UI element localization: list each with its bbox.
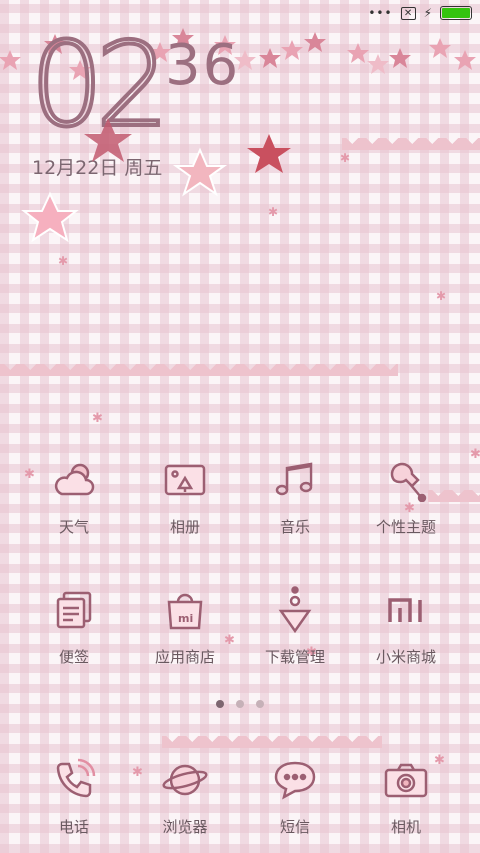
- svg-text:mi: mi: [178, 612, 193, 625]
- download-icon: [267, 582, 323, 638]
- app-label: 应用商店: [154, 648, 215, 666]
- app-music[interactable]: 音乐: [240, 452, 350, 537]
- triangle-border-top: [342, 138, 480, 150]
- svg-text:✱: ✱: [470, 447, 480, 462]
- triangle-border-middle: [0, 364, 398, 376]
- app-label: 短信: [279, 818, 310, 836]
- gallery-icon: [157, 452, 213, 508]
- svg-text:✱: ✱: [58, 254, 68, 268]
- svg-text:✱: ✱: [340, 151, 350, 165]
- app-label: 便签: [58, 648, 89, 666]
- mi-store-icon: [378, 582, 434, 638]
- weather-icon: [46, 452, 102, 508]
- page-dot-2[interactable]: [236, 700, 244, 708]
- page-dot-1[interactable]: [216, 700, 224, 708]
- notes-icon: [46, 582, 102, 638]
- app-download[interactable]: 下载管理: [240, 582, 350, 667]
- app-browser[interactable]: 浏览器: [130, 752, 240, 837]
- phone-icon: [46, 752, 102, 808]
- app-label: 音乐: [279, 518, 310, 536]
- status-bar: ••• ✕ ⚡: [368, 6, 472, 20]
- app-store-icon: mi: [157, 582, 213, 638]
- notification-close-icon: ✕: [400, 6, 416, 20]
- svg-text:✱: ✱: [436, 289, 446, 303]
- svg-text:✱: ✱: [92, 411, 103, 426]
- more-icon: •••: [368, 6, 393, 20]
- app-phone[interactable]: 电话: [19, 752, 129, 837]
- app-label: 相册: [169, 518, 200, 536]
- app-label: 浏览器: [162, 818, 208, 836]
- theme-icon: [378, 452, 434, 508]
- app-app-store[interactable]: mi 应用商店: [130, 582, 240, 667]
- battery-icon: [440, 6, 472, 20]
- app-notes[interactable]: 便签: [19, 582, 129, 667]
- sms-icon: [267, 752, 323, 808]
- app-theme[interactable]: 个性主题: [351, 452, 461, 537]
- music-icon: [267, 452, 323, 508]
- browser-icon: [157, 752, 213, 808]
- app-mi-store[interactable]: 小米商城: [351, 582, 461, 667]
- app-label: 电话: [58, 818, 89, 836]
- app-label: 下载管理: [264, 648, 325, 666]
- app-label: 相机: [390, 818, 421, 836]
- app-weather[interactable]: 天气: [19, 452, 129, 537]
- app-sms[interactable]: 短信: [240, 752, 350, 837]
- app-camera[interactable]: 相机: [351, 752, 461, 837]
- page-dot-3[interactable]: [256, 700, 264, 708]
- clock-minute[interactable]: 36: [165, 36, 240, 96]
- app-label: 个性主题: [375, 518, 436, 536]
- app-label: 天气: [58, 518, 89, 536]
- page-indicator[interactable]: [0, 700, 480, 708]
- svg-text:✱: ✱: [268, 205, 278, 219]
- app-gallery[interactable]: 相册: [130, 452, 240, 537]
- camera-icon: [378, 752, 434, 808]
- charging-icon: ⚡: [423, 6, 432, 20]
- app-label: 小米商城: [375, 648, 436, 666]
